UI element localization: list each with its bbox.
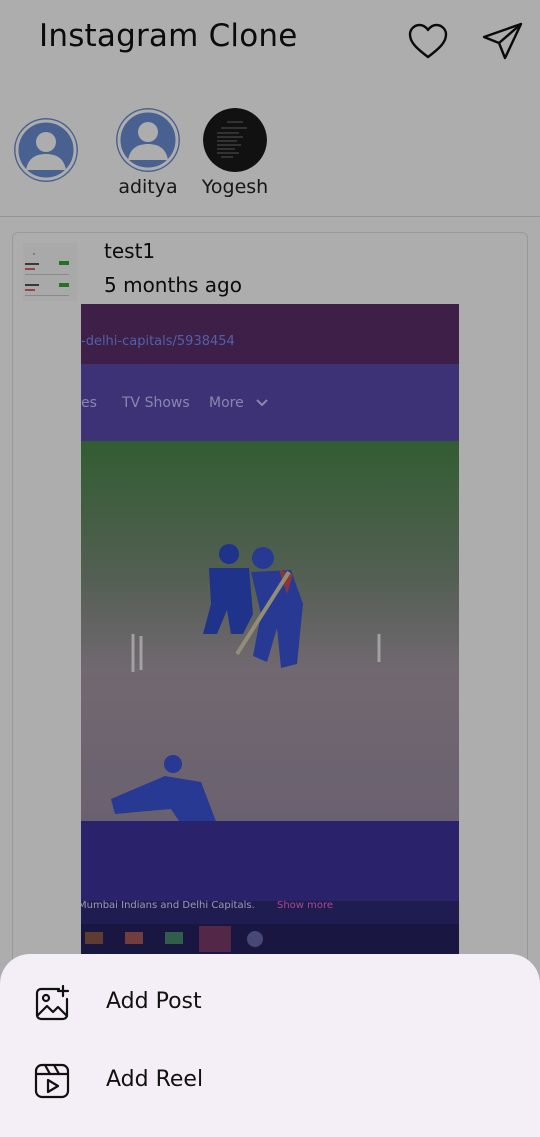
app-screen: Instagram Clone aditya Yogesh test1 5 mo… — [0, 0, 540, 1137]
add-post-label: Add Post — [106, 989, 202, 1014]
bottom-sheet: Add Post Add Reel — [0, 954, 540, 1137]
add-image-icon — [32, 983, 72, 1023]
add-reel-button[interactable]: Add Reel — [0, 1042, 540, 1120]
add-post-button[interactable]: Add Post — [0, 964, 540, 1042]
reel-icon — [32, 1061, 72, 1101]
add-reel-label: Add Reel — [106, 1067, 204, 1092]
